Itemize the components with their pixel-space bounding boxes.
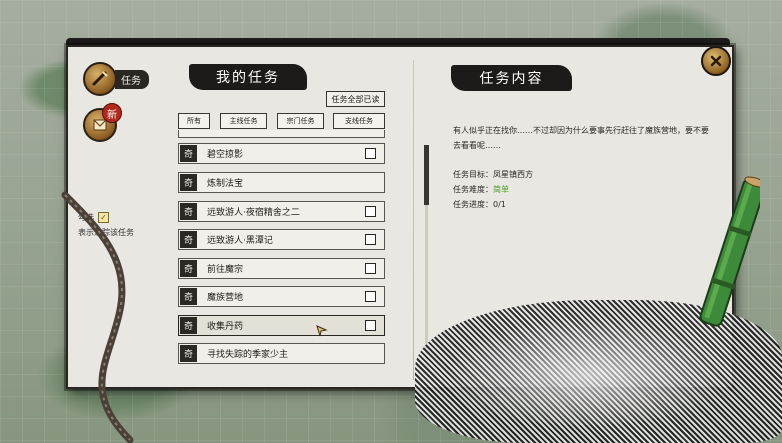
- quest-type-icon: 奇: [180, 288, 197, 305]
- progress-label: 任务进度：: [453, 200, 493, 209]
- quest-row[interactable]: 奇 炼制法宝: [178, 172, 385, 193]
- rope-decoration: [61, 191, 134, 443]
- quest-row[interactable]: 奇 远致游人·夜宿精舍之二: [178, 201, 385, 222]
- quest-name: 远致游人·夜宿精舍之二: [207, 208, 300, 218]
- bamboo-tube-icon: [699, 176, 760, 327]
- quest-name: 前往魔宗: [207, 265, 244, 275]
- filter-side-button[interactable]: 支线任务: [333, 113, 385, 129]
- quest-name: 魔族营地: [207, 293, 244, 303]
- quest-name: 炼制法宝: [207, 179, 244, 189]
- quest-row[interactable]: 奇 魔族营地: [178, 286, 385, 307]
- quest-name: 寻找失踪的季家少主: [207, 350, 289, 360]
- panel-divider: [413, 60, 414, 380]
- quest-row[interactable]: 奇 远致游人·黑潭记: [178, 229, 385, 250]
- difficulty-value: 简单: [493, 185, 509, 194]
- quest-list-scrollbar[interactable]: [424, 145, 429, 370]
- target-value: 凤星镇西方: [493, 170, 533, 179]
- filter-tabs: 所有 主线任务 宗门任务 支线任务: [178, 113, 386, 130]
- quest-name: 收集丹药: [207, 322, 244, 332]
- quest-type-icon: 奇: [180, 260, 197, 277]
- filter-sect-button[interactable]: 宗门任务: [277, 113, 324, 129]
- quest-type-icon: 奇: [180, 203, 197, 220]
- difficulty-label: 任务难度：: [453, 185, 493, 194]
- quest-name: 碧空掠影: [207, 150, 244, 160]
- my-tasks-title: 我的任务: [189, 64, 307, 90]
- quest-track-checkbox[interactable]: [365, 148, 376, 159]
- quest-row-partial[interactable]: [178, 130, 385, 138]
- quest-row[interactable]: 奇 寻找失踪的季家少主: [178, 343, 385, 364]
- task-detail-title: 任务内容: [451, 65, 572, 91]
- quest-row-selected[interactable]: 奇 收集丹药: [178, 315, 385, 336]
- progress-value: 0/1: [493, 200, 506, 209]
- quest-type-icon: 奇: [180, 317, 197, 334]
- mark-all-read-button[interactable]: 任务全部已读: [326, 91, 385, 107]
- ink-splash-highlight: [435, 315, 735, 425]
- quest-track-checkbox[interactable]: [365, 263, 376, 274]
- task-tab-label: 任务: [115, 70, 149, 89]
- quest-type-icon: 奇: [180, 231, 197, 248]
- filter-all-button[interactable]: 所有: [178, 113, 210, 129]
- quest-type-icon: 奇: [180, 174, 197, 191]
- quest-list: 奇 碧空掠影 奇 炼制法宝 奇 远致游人·夜宿精舍之二 奇 远致游人·黑潭记 奇…: [178, 130, 385, 370]
- quest-track-checkbox[interactable]: [365, 320, 376, 331]
- quest-track-checkbox[interactable]: [365, 206, 376, 217]
- quest-type-icon: 奇: [180, 345, 197, 362]
- target-label: 任务目标：: [453, 170, 493, 179]
- quest-name: 远致游人·黑潭记: [207, 236, 273, 246]
- quest-track-checkbox[interactable]: [365, 291, 376, 302]
- filter-main-button[interactable]: 主线任务: [220, 113, 267, 129]
- task-tab-button[interactable]: [83, 62, 117, 96]
- close-button[interactable]: [701, 46, 731, 76]
- close-icon: [710, 55, 722, 67]
- new-badge: 新: [102, 103, 122, 123]
- cursor-icon: [316, 325, 328, 337]
- scroll-thumb[interactable]: [424, 145, 429, 205]
- task-info: 任务目标：凤星镇西方 任务难度：简单 任务进度：0/1: [453, 167, 533, 212]
- scroll-brush-icon: [92, 71, 108, 86]
- quest-row[interactable]: 奇 前往魔宗: [178, 258, 385, 279]
- quest-type-icon: 奇: [180, 145, 197, 162]
- task-description: 有人似乎正在找你……不过却因为什么要事先行赶往了魔族营地，要不要去看看呢……: [453, 126, 709, 150]
- quest-track-checkbox[interactable]: [365, 234, 376, 245]
- quest-row[interactable]: 奇 碧空掠影: [178, 143, 385, 164]
